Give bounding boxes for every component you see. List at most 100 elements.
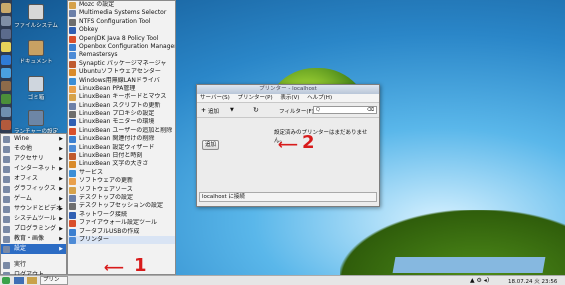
menu-item-icon [69,94,76,102]
submenu-item[interactable]: LinuxBean 日付と時刻 [68,152,175,161]
submenu-item[interactable]: サービス [68,169,175,177]
main-menu-item[interactable]: その他 ▶ [1,144,66,154]
desktop-icon-launcher[interactable]: ランチャーの設定 [14,110,58,135]
submenu-item[interactable]: LinuxBean 文字の大きさ [68,160,175,169]
menu-view[interactable]: 表示(V) [280,95,299,101]
submenu-item[interactable]: ブータブルUSBの作成 [68,228,175,236]
menu-item-icon [69,43,76,51]
submenu-item[interactable]: デスクトップの設定 [68,194,175,202]
submenu-item[interactable]: Remastersys [68,51,175,60]
submenu-item[interactable]: Multimedia Systems Selector [68,9,175,18]
submenu-item[interactable]: Synaptic パッケージマネージャ [68,60,175,68]
main-menu-item[interactable]: 実行 [1,260,66,270]
launcher-icon[interactable] [1,68,11,78]
chevron-right-icon: ▶ [59,246,63,252]
submenu-item[interactable]: LinuxBean キーボードとマウス [68,93,175,102]
menu-item-icon [3,206,10,213]
printer-window: プリンター - localhost サーバー(S) プリンター(P) 表示(V)… [196,84,380,207]
file-manager-icon[interactable] [27,277,37,284]
launcher-icon[interactable] [1,81,11,91]
desktop-icon-documents[interactable]: ドキュメント [14,40,58,65]
submenu-item[interactable]: ソフトウェアの更新 [68,177,175,186]
submenu-item[interactable]: ファイアウォール設定ツール [68,219,175,228]
main-menu-item[interactable]: システムツール ▶ [1,214,66,224]
submenu-item-label: ブータブルUSBの作成 [79,227,140,235]
menu-printer[interactable]: プリンター(P) [237,95,272,101]
menu-item-icon [69,127,76,135]
submenu-item[interactable]: LinuxBean PPA管理 [68,85,175,93]
menu-server[interactable]: サーバー(S) [200,95,230,101]
add-printer-button[interactable]: 追加 [202,140,219,150]
menu-help[interactable]: ヘルプ(H) [307,95,332,101]
menu-item-icon [69,211,76,219]
launcher-icon[interactable] [1,3,11,13]
menu-item-icon [69,27,76,35]
main-menu-item[interactable]: Wine ▶ [1,134,66,144]
chevron-right-icon: ▶ [59,196,63,202]
submenu-item[interactable]: LinuxBean スクリプトの更新 [68,102,175,110]
submenu-item[interactable]: LinuxBean モニターの環境 [68,118,175,127]
menu-item-icon [69,2,76,9]
launcher-icon [28,110,44,126]
submenu-item[interactable]: LinuxBean 設定ウィザード [68,144,175,152]
launcher-icon[interactable] [1,107,11,117]
desktop-icon-trash[interactable]: ゴミ箱 [14,76,58,101]
plus-icon: + [201,107,207,114]
menu-item-icon [69,169,76,177]
main-menu-item[interactable]: インターネット ▶ [1,164,66,174]
menu-item-icon [69,69,76,77]
clock[interactable]: 18.07.24 火 23:56 [508,277,557,285]
submenu-item[interactable]: NTFS Configuration Tool [68,18,175,26]
launcher-icon[interactable] [1,120,11,130]
desktop-icon-filesystem[interactable]: ファイルシステム [14,4,58,29]
main-menu-item[interactable]: プログラミング ▶ [1,224,66,234]
annotation-number: 1 [134,255,147,276]
submenu-item[interactable]: Ubuntuソフトウェアセンター [68,68,175,77]
menu-item-label: 教育・画像 [14,235,45,242]
launcher-icon[interactable] [1,29,11,39]
submenu-item[interactable]: Windows用無線LANドライバ [68,77,175,85]
submenu-item[interactable]: LinuxBean ユーザーの追加と削除 [68,127,175,135]
main-menu-item[interactable]: 設定 ▶ [1,244,66,254]
launcher-icon[interactable] [1,42,11,52]
submenu-item[interactable]: ソフトウェアソース [68,186,175,194]
submenu-item[interactable]: Mozc の設定 [68,1,175,9]
launcher-icon[interactable] [1,94,11,104]
main-menu-item[interactable]: ゲーム ▶ [1,194,66,204]
submenu-item[interactable]: Openbox Configuration Manager [68,43,175,51]
filter-input[interactable]: Q ⌫ [313,106,377,114]
main-menu-item[interactable]: アクセサリ ▶ [1,154,66,164]
chevron-right-icon: ▶ [59,226,63,232]
menu-item-icon [69,178,76,186]
tray-icons[interactable]: ▲ ⚙ ◂) [470,277,489,284]
submenu-item[interactable]: LinuxBean プロキシの設定 [68,110,175,119]
submenu-item-label: LinuxBean PPA管理 [79,84,136,92]
menu-item-label: 設定 [14,245,27,252]
submenu-item-label: ソフトウェアの更新 [79,177,134,185]
main-menu-item[interactable]: オフィス ▶ [1,174,66,184]
start-menu-icon[interactable] [2,277,10,284]
menu-item-icon [3,136,10,143]
submenu-item[interactable]: OpenJDK Java 8 Policy Tool [68,35,175,43]
clear-icon[interactable]: ⌫ [367,107,374,113]
refresh-icon[interactable]: ↻ [253,106,259,114]
launcher-icon[interactable] [1,55,11,65]
submenu-item-label: プリンター [79,235,110,243]
launcher-icon[interactable] [1,16,11,26]
submenu-item-label: LinuxBean キーボードとマウス [79,93,167,101]
submenu-item[interactable]: Obkey [68,26,175,35]
toolbar-add-button[interactable]: 追加 [208,107,219,115]
submenu-item[interactable]: LinuxBean 関連付けの削除 [68,135,175,144]
chevron-down-icon[interactable]: ▼ [230,107,234,113]
menu-item-icon [3,226,10,233]
submenu-item[interactable]: ネットワーク接続 [68,211,175,219]
task-button-printer[interactable]: プリン [40,276,68,285]
main-menu-item[interactable]: グラフィックス ▶ [1,184,66,194]
desktop-icon-label: ゴミ箱 [27,95,45,101]
submenu-item[interactable]: プリンター [68,235,175,245]
main-menu-item[interactable]: 教育・画像 ▶ [1,234,66,244]
menu-item-icon [3,196,10,203]
desktop-icon[interactable] [14,277,24,284]
submenu-item[interactable]: デスクトップセッションの設定 [68,202,175,211]
main-menu-item[interactable]: サウンドとビデオ ▶ [1,204,66,214]
